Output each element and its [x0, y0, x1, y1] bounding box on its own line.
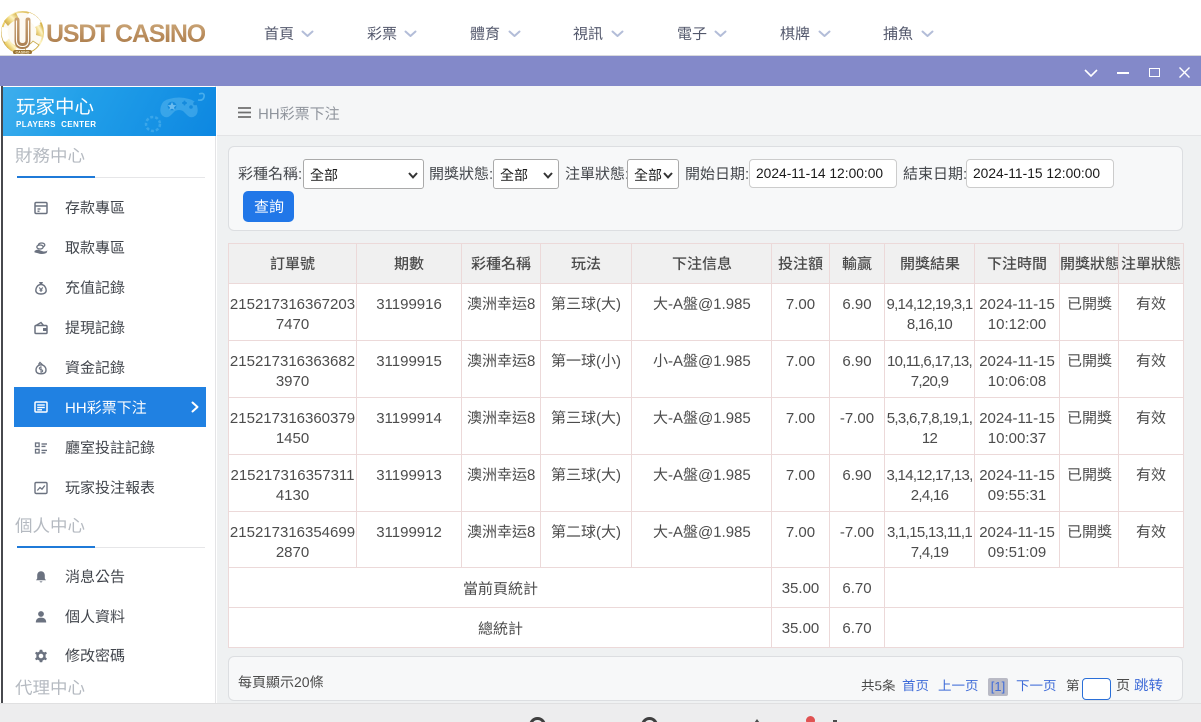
- svg-text:CASINO: CASINO: [16, 51, 30, 54]
